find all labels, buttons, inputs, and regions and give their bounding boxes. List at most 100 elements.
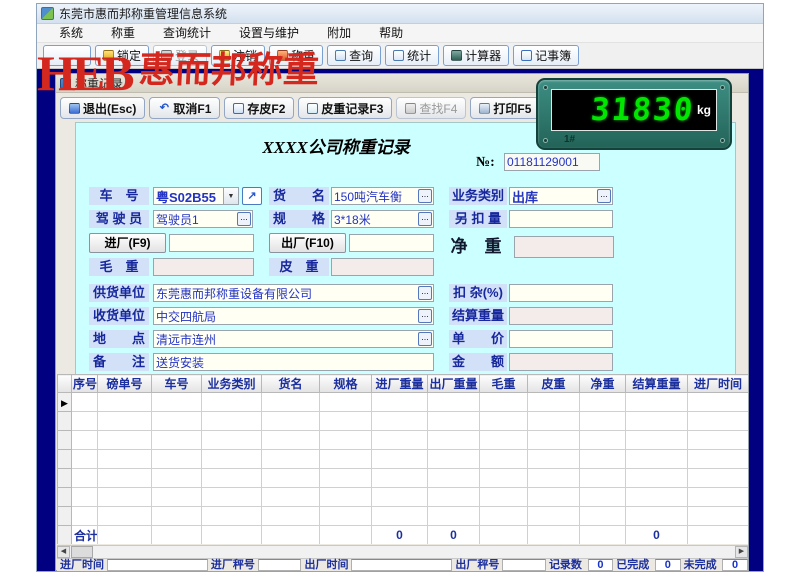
weigh-button[interactable]: 称重 (269, 45, 323, 66)
exit-weight-input[interactable] (350, 236, 433, 250)
search-icon (335, 50, 346, 61)
menu-help[interactable]: 帮助 (365, 24, 417, 43)
gross-weight-input[interactable] (154, 260, 253, 274)
receiver-label: 收货单位 (89, 307, 149, 325)
scrollbar-thumb[interactable] (71, 546, 93, 558)
calculator-button[interactable]: 计算器 (443, 45, 509, 66)
settle-weight-input[interactable] (510, 309, 612, 323)
business-type-input[interactable] (510, 189, 597, 204)
column-header[interactable]: 结算重量 (626, 375, 688, 393)
column-header[interactable]: 进厂时间 (688, 375, 749, 393)
table-cell (262, 412, 320, 431)
amount-input[interactable] (510, 355, 612, 369)
toolbar-label: 称重 (291, 47, 315, 64)
note-input[interactable] (154, 355, 433, 369)
receiver-input[interactable] (154, 309, 418, 323)
table-cell (72, 450, 98, 469)
cargo-ellipsis-button[interactable] (418, 189, 432, 203)
save-tare-button[interactable]: 存皮F2 (224, 97, 294, 119)
enter-weight-input[interactable] (170, 236, 253, 250)
weight-led-display: 31830 kg 1# (536, 78, 732, 150)
extra-deduction-input[interactable] (510, 212, 612, 226)
place-ellipsis-button[interactable] (418, 332, 432, 346)
query-button[interactable]: 查询 (327, 45, 381, 66)
supplier-label: 供货单位 (89, 284, 149, 302)
receiver-ellipsis-button[interactable] (418, 309, 432, 323)
menu-weigh[interactable]: 称重 (97, 24, 149, 43)
column-header[interactable]: 货名 (262, 375, 320, 393)
row-selector-cell (58, 488, 72, 507)
record-no-field (504, 153, 600, 171)
impurity-input[interactable] (510, 286, 612, 300)
place-input[interactable] (154, 332, 418, 346)
lock-button[interactable]: 锁定 (95, 45, 149, 66)
toolbar-label: 计算器 (465, 47, 501, 64)
stats-button[interactable]: 统计 (385, 45, 439, 66)
table-cell (202, 431, 262, 450)
spec-ellipsis-button[interactable] (418, 212, 432, 226)
exit-button[interactable]: 退出(Esc) (60, 97, 145, 119)
gross-weight-label: 毛 重 (89, 258, 149, 276)
menu-settings-maintenance[interactable]: 设置与维护 (225, 24, 313, 43)
column-header[interactable]: 净重 (580, 375, 626, 393)
weigh-icon (277, 50, 288, 61)
logout-button[interactable]: 注销 (211, 45, 265, 66)
main-toolbar: 锁定 登录 注销 称重 查询 统计 计算器 记事簿 (37, 43, 763, 69)
extra-deduction-label: 另 扣 量 (449, 210, 507, 228)
table-cell (626, 412, 688, 431)
exit-factory-button[interactable]: 出厂(F10) (269, 233, 346, 253)
table-cell (428, 450, 480, 469)
column-header[interactable]: 业务类别 (202, 375, 262, 393)
total-out-weight: 0 (428, 526, 480, 545)
scrollbar-track[interactable] (93, 546, 735, 558)
vehicle-input[interactable] (154, 189, 223, 204)
table-cell (580, 431, 626, 450)
tare-weight-label: 皮 重 (269, 258, 329, 276)
table-cell (580, 412, 626, 431)
notebook-button[interactable]: 记事簿 (513, 45, 579, 66)
enter-factory-button[interactable]: 进厂(F9) (89, 233, 166, 253)
menu-query-stats[interactable]: 查询统计 (149, 24, 225, 43)
business-type-ellipsis-button[interactable] (597, 189, 611, 203)
supplier-input[interactable] (154, 286, 418, 300)
table-cell (428, 431, 480, 450)
driver-ellipsis-button[interactable] (237, 212, 251, 226)
undo-arrow-icon: ↶ (158, 102, 170, 114)
column-header[interactable]: 毛重 (480, 375, 528, 393)
menu-system[interactable]: 系统 (45, 24, 97, 43)
vehicle-lookup-button[interactable]: ↗ (242, 187, 262, 205)
table-cell (202, 488, 262, 507)
button-label: 打印F5 (493, 100, 531, 117)
cancel-button[interactable]: ↶取消F1 (149, 97, 220, 119)
print-button[interactable]: 打印F5 (470, 97, 540, 119)
login-button[interactable]: 登录 (153, 45, 207, 66)
table-cell (688, 469, 749, 488)
vehicle-dropdown-button[interactable]: ▼ (223, 188, 238, 204)
column-header[interactable]: 出厂重量 (428, 375, 480, 393)
column-header[interactable]: 规格 (320, 375, 372, 393)
cargo-input[interactable] (332, 189, 418, 203)
find-button[interactable]: 查找F4 (396, 97, 466, 119)
record-no-label: №: (476, 155, 495, 173)
spec-input[interactable] (332, 212, 418, 226)
scroll-right-button[interactable]: ▶ (735, 546, 748, 558)
unit-price-input[interactable] (510, 332, 612, 346)
table-row (58, 488, 749, 507)
column-header[interactable]: 序号 (72, 375, 98, 393)
menu-extra[interactable]: 附加 (313, 24, 365, 43)
tare-weight-input[interactable] (332, 260, 433, 274)
column-header[interactable]: 皮重 (528, 375, 580, 393)
table-cell (580, 526, 626, 545)
column-header[interactable]: 进厂重量 (372, 375, 428, 393)
column-header[interactable]: 磅单号 (98, 375, 152, 393)
net-weight-input[interactable] (515, 240, 613, 254)
table-cell (428, 393, 480, 412)
record-no-input[interactable] (505, 155, 599, 169)
column-header[interactable]: 车号 (152, 375, 202, 393)
tare-records-button[interactable]: 皮重记录F3 (298, 97, 392, 119)
scroll-left-button[interactable]: ◀ (57, 546, 70, 558)
supplier-ellipsis-button[interactable] (418, 286, 432, 300)
status-out-time-value (351, 559, 452, 571)
driver-input[interactable] (154, 212, 237, 226)
toolbar-button-hidden[interactable] (43, 45, 91, 66)
